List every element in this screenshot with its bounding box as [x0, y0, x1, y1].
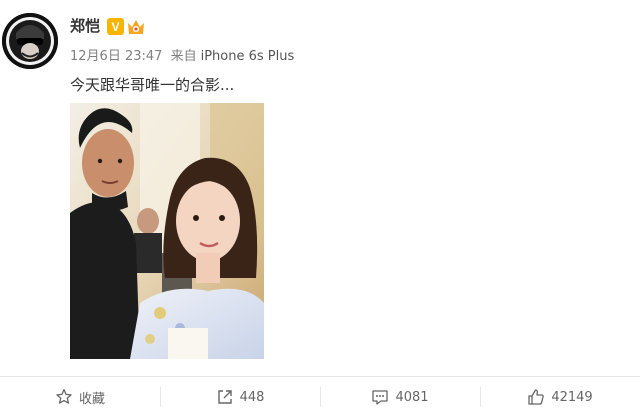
username[interactable]: 郑恺 [70, 16, 100, 36]
photo-image [70, 103, 264, 359]
share-icon [217, 390, 232, 404]
vip-crown-icon[interactable] [126, 18, 146, 36]
source-prefix: 来自 [170, 49, 197, 64]
like-button[interactable]: 42149 [480, 377, 640, 417]
verified-badge-icon[interactable]: V [107, 18, 124, 35]
badges: V [107, 18, 146, 36]
comment-button[interactable]: 4081 [320, 377, 480, 417]
avatar-image [2, 13, 58, 69]
like-count: 42149 [551, 389, 593, 405]
post-text: 今天跟华哥唯一的合影... [70, 76, 235, 94]
share-button[interactable]: 448 [160, 377, 320, 417]
post-photo[interactable] [70, 103, 264, 359]
source-device[interactable]: iPhone 6s Plus [201, 49, 295, 64]
favorite-button[interactable]: 收藏 [0, 377, 160, 417]
thumbs-up-icon [528, 389, 545, 405]
comment-icon [372, 390, 389, 405]
share-count: 448 [239, 389, 265, 405]
comment-count: 4081 [395, 389, 429, 405]
favorite-label: 收藏 [78, 391, 105, 407]
post-date[interactable]: 12月6日 23:47 [70, 49, 162, 64]
post-meta: 12月6日 23:47 来自 iPhone 6s Plus [70, 49, 298, 65]
avatar[interactable] [2, 13, 58, 69]
star-icon [56, 389, 72, 404]
action-bar: 收藏 448 4081 42149 [0, 376, 640, 417]
